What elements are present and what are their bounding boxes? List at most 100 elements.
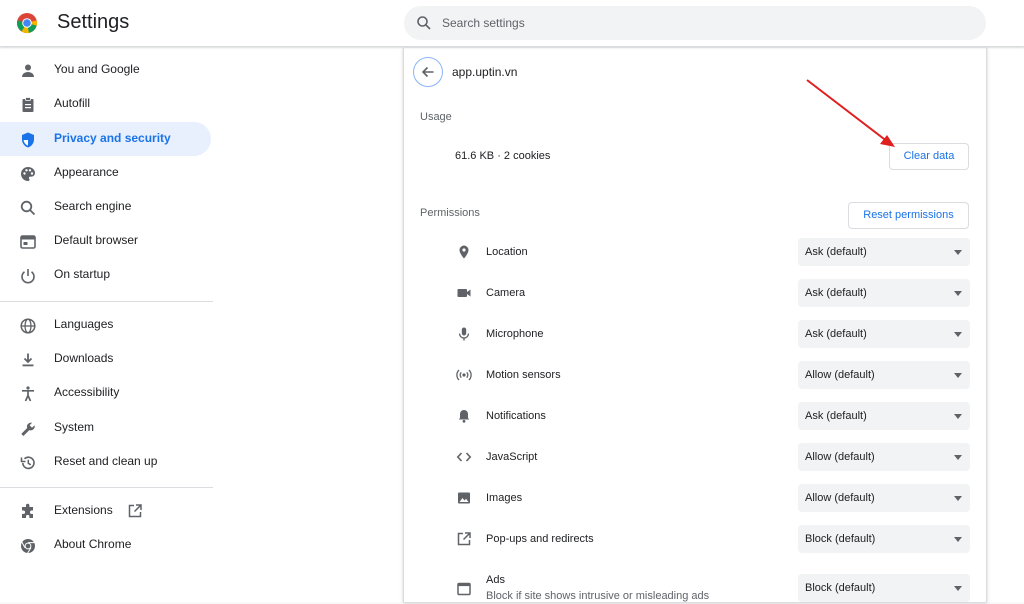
chrome-icon — [21, 539, 35, 554]
motion-sensors-select[interactable]: Allow (default) — [798, 361, 970, 389]
content-gutter — [213, 48, 403, 602]
sidebar-item-label: Default browser — [54, 233, 139, 247]
permission-label: JavaScript — [486, 451, 538, 463]
browser-icon — [20, 235, 36, 249]
camera-select[interactable]: Ask (default) — [798, 279, 970, 307]
reset-permissions-button[interactable]: Reset permissions — [848, 202, 969, 229]
select-value: Ask (default) — [805, 410, 867, 422]
dropdown-caret-icon — [954, 291, 962, 296]
ads-select[interactable]: Block (default) — [798, 574, 970, 602]
sidebar-item-label: Downloads — [54, 351, 114, 365]
sidebar-item-you-and-google[interactable]: You and Google — [0, 53, 211, 87]
history-icon — [20, 456, 35, 470]
sidebar-item-label: Autofill — [54, 96, 91, 110]
sidebar-item-label: You and Google — [54, 62, 140, 76]
wrench-icon — [21, 422, 35, 436]
permission-row-images: Images Allow (default) — [404, 478, 988, 519]
permission-row-popups: Pop-ups and redirects Block (default) — [404, 519, 988, 560]
permission-label: Location — [486, 246, 528, 258]
notifications-select[interactable]: Ask (default) — [798, 402, 970, 430]
permission-row-javascript: JavaScript Allow (default) — [404, 437, 988, 478]
sidebar-item-label: Search engine — [54, 199, 132, 213]
search-icon — [20, 200, 36, 216]
sidebar-item-label: Reset and clean up — [54, 454, 158, 468]
sidebar-item-label: On startup — [54, 267, 111, 281]
permission-label: Ads — [486, 574, 505, 586]
sidebar: You and Google Autofill Privacy and secu… — [0, 48, 213, 602]
dropdown-caret-icon — [954, 455, 962, 460]
usage-summary: 61.6 KB · 2 cookies — [455, 150, 551, 162]
select-value: Ask (default) — [805, 328, 867, 340]
sidebar-item-label: Languages — [54, 317, 114, 331]
sidebar-item-accessibility[interactable]: Accessibility — [0, 376, 211, 410]
dropdown-caret-icon — [954, 332, 962, 337]
permission-row-location: Location Ask (default) — [404, 232, 988, 273]
camera-icon — [457, 289, 471, 297]
permission-row-microphone: Microphone Ask (default) — [404, 314, 988, 355]
select-value: Allow (default) — [805, 369, 875, 381]
sidebar-item-appearance[interactable]: Appearance — [0, 156, 211, 190]
popups-select[interactable]: Block (default) — [798, 525, 970, 553]
search-box[interactable] — [404, 6, 986, 40]
puzzle-icon — [22, 503, 33, 518]
dropdown-caret-icon — [954, 537, 962, 542]
search-icon — [417, 16, 431, 30]
permission-label: Motion sensors — [486, 369, 561, 381]
sidebar-item-system[interactable]: System — [0, 411, 211, 445]
code-icon — [456, 452, 472, 462]
location-select[interactable]: Ask (default) — [798, 238, 970, 266]
permission-label: Pop-ups and redirects — [486, 533, 594, 545]
sidebar-item-downloads[interactable]: Downloads — [0, 342, 211, 376]
bell-icon — [458, 410, 470, 423]
top-bar: Settings — [0, 0, 1024, 47]
sidebar-item-reset-and-clean-up[interactable]: Reset and clean up — [0, 445, 211, 479]
permission-sublabel: Block if site shows intrusive or mislead… — [486, 590, 710, 602]
select-value: Allow (default) — [805, 451, 875, 463]
site-settings-card: app.uptin.vn Usage 61.6 KB · 2 cookies C… — [403, 48, 987, 602]
microphone-icon — [458, 327, 470, 341]
sidebar-item-default-browser[interactable]: Default browser — [0, 224, 211, 258]
sidebar-item-label: System — [54, 420, 95, 434]
images-select[interactable]: Allow (default) — [798, 484, 970, 512]
sidebar-item-label: Accessibility — [54, 385, 120, 399]
arrow-back-icon — [421, 66, 434, 78]
download-icon — [22, 353, 34, 367]
dropdown-caret-icon — [954, 250, 962, 255]
permission-label: Notifications — [486, 410, 546, 422]
permission-label: Images — [486, 492, 523, 504]
sidebar-item-languages[interactable]: Languages — [0, 308, 211, 342]
permission-label: Camera — [486, 287, 526, 299]
dropdown-caret-icon — [954, 373, 962, 378]
palette-icon — [21, 167, 36, 181]
sidebar-item-autofill[interactable]: Autofill — [0, 87, 211, 121]
sidebar-item-on-startup[interactable]: On startup — [0, 258, 211, 292]
sidebar-item-extensions[interactable]: Extensions — [0, 494, 211, 528]
location-pin-icon — [459, 245, 469, 259]
image-icon — [458, 492, 470, 504]
permission-row-notifications: Notifications Ask (default) — [404, 396, 988, 437]
open-in-new-icon — [128, 504, 142, 518]
accessibility-icon — [22, 386, 34, 402]
select-value: Ask (default) — [805, 287, 867, 299]
select-value: Allow (default) — [805, 492, 875, 504]
page-title: Settings — [57, 11, 130, 33]
sidebar-item-search-engine[interactable]: Search engine — [0, 190, 211, 224]
chrome-logo-icon — [17, 13, 38, 34]
permission-row-ads: Ads Block if site shows intrusive or mis… — [404, 563, 988, 604]
permission-label: Microphone — [486, 328, 544, 340]
shield-icon — [22, 132, 34, 148]
search-input[interactable] — [442, 6, 962, 40]
sidebar-item-about-chrome[interactable]: About Chrome — [0, 528, 211, 562]
select-value: Block (default) — [805, 582, 876, 594]
sidebar-item-privacy-and-security[interactable]: Privacy and security — [0, 122, 211, 156]
javascript-select[interactable]: Allow (default) — [798, 443, 970, 471]
power-icon — [21, 269, 35, 284]
popup-icon — [457, 532, 471, 546]
person-icon — [22, 64, 34, 77]
microphone-select[interactable]: Ask (default) — [798, 320, 970, 348]
clear-data-button[interactable]: Clear data — [889, 143, 969, 170]
back-button[interactable] — [413, 57, 443, 87]
permissions-heading: Permissions — [420, 207, 480, 219]
site-title: app.uptin.vn — [452, 65, 518, 79]
sidebar-divider — [0, 301, 213, 302]
